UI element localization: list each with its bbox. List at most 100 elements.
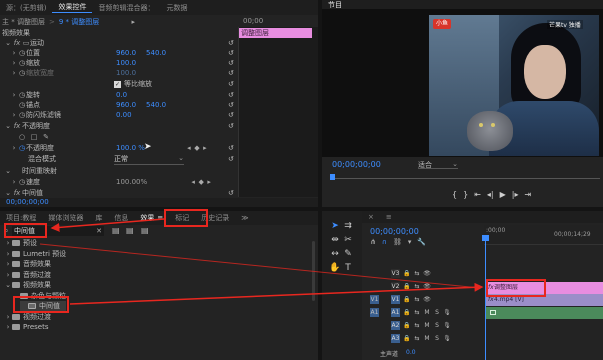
adjustment-clip-bar[interactable]: 调整图层 bbox=[239, 28, 312, 38]
position-y-value[interactable]: 540.0 bbox=[146, 49, 166, 57]
chevron-right-icon[interactable]: › bbox=[10, 49, 18, 57]
keyframe-next-icon[interactable]: ▸ bbox=[205, 178, 213, 186]
lock-icon[interactable]: 🔒 bbox=[402, 269, 412, 278]
mute-icon[interactable]: M bbox=[422, 334, 432, 343]
sync-icon[interactable]: ⇆ bbox=[412, 295, 422, 304]
sequence-tab-menu-icon[interactable]: ≡ bbox=[380, 213, 398, 221]
chevron-down-icon[interactable]: ⌄ bbox=[4, 189, 12, 197]
pen-mask-icon[interactable]: ✎ bbox=[42, 133, 50, 141]
reset-icon[interactable]: ↺ bbox=[228, 39, 236, 47]
sync-icon[interactable]: ⇆ bbox=[412, 269, 422, 278]
breadcrumb-clip[interactable]: 9 * 调整图层 bbox=[59, 17, 99, 27]
chevron-right-icon[interactable]: › bbox=[10, 111, 18, 119]
sync-icon[interactable]: ⇆ bbox=[412, 334, 422, 343]
keyframe-next-icon[interactable]: ▸ bbox=[201, 144, 209, 152]
reset-icon[interactable]: ↺ bbox=[228, 111, 236, 119]
tab-audio-mixer[interactable]: 音频剪辑混合器： bbox=[92, 3, 160, 13]
chevron-right-icon[interactable]: › bbox=[10, 59, 18, 67]
sync-icon[interactable]: ⇆ bbox=[412, 321, 422, 330]
track-name[interactable]: A2 bbox=[391, 321, 400, 330]
lock-icon[interactable]: 🔒 bbox=[402, 295, 412, 304]
wrench-icon[interactable]: 🔧 bbox=[417, 238, 426, 246]
effects-folder[interactable]: › 视频过渡 bbox=[4, 312, 51, 322]
row-stabilizer[interactable]: ⌄ fx 中间值 bbox=[4, 188, 43, 198]
tab-project[interactable]: 项目:教程 bbox=[0, 213, 42, 223]
row-motion[interactable]: ⌄ fx ▭ 运动 bbox=[4, 38, 44, 48]
step-back-icon[interactable]: ◂| bbox=[487, 190, 494, 199]
chevron-right-icon[interactable]: › bbox=[4, 271, 12, 279]
keyframe-prev-icon[interactable]: ◂ bbox=[185, 144, 193, 152]
track-name[interactable]: V2 bbox=[391, 282, 400, 291]
tab-media-browser[interactable]: 媒体浏览器 bbox=[42, 213, 89, 223]
add-marker-icon[interactable]: ▾ bbox=[408, 238, 412, 246]
reset-icon[interactable]: ↺ bbox=[228, 49, 236, 57]
lock-icon[interactable]: 🔒 bbox=[402, 321, 412, 330]
mic-icon[interactable]: 🎙 bbox=[442, 308, 452, 317]
effects-folder[interactable]: › Presets bbox=[4, 322, 49, 332]
position-x-value[interactable]: 960.0 bbox=[116, 49, 136, 57]
scale-value[interactable]: 100.0 bbox=[116, 59, 136, 67]
source-patch-icon[interactable] bbox=[370, 334, 379, 343]
mic-icon[interactable]: 🎙 bbox=[442, 334, 452, 343]
playhead-handle[interactable] bbox=[482, 235, 489, 241]
timeline-timecode[interactable]: 00;00;00;00 bbox=[370, 227, 419, 236]
chevron-down-icon[interactable]: ⌄ bbox=[4, 167, 12, 175]
play-icon[interactable]: ▶ bbox=[500, 190, 506, 199]
playhead-marker[interactable] bbox=[330, 174, 335, 180]
mark-out-icon[interactable]: } bbox=[463, 190, 468, 199]
reset-icon[interactable]: ↺ bbox=[228, 80, 236, 88]
close-icon[interactable]: × bbox=[362, 213, 380, 221]
menu-icon[interactable]: ≡ bbox=[157, 214, 163, 222]
fit-dropdown[interactable]: 适合 ⌄ bbox=[418, 160, 458, 169]
chevron-right-icon[interactable]: › bbox=[4, 250, 12, 258]
tab-info[interactable]: 信息 bbox=[108, 213, 134, 223]
reset-icon[interactable]: ↺ bbox=[228, 189, 236, 197]
chevron-right-icon[interactable]: › bbox=[10, 69, 18, 77]
eye-icon[interactable]: 👁 bbox=[422, 295, 432, 304]
pen-tool-icon[interactable]: ✎ bbox=[342, 249, 354, 260]
track-header-v2[interactable]: V2 🔒 ⇆ 👁 bbox=[362, 280, 484, 293]
effect-controls-timecode[interactable]: 00;00;00;00 bbox=[6, 198, 49, 206]
source-patch-icon[interactable] bbox=[370, 321, 379, 330]
chevron-down-icon[interactable]: ⌄ bbox=[4, 122, 12, 130]
anchor-x-value[interactable]: 960.0 bbox=[116, 101, 136, 109]
tab-libraries[interactable]: 库 bbox=[89, 213, 108, 223]
effects-folder[interactable]: › Lumetri 预设 bbox=[4, 249, 67, 259]
clip-audio[interactable] bbox=[486, 307, 603, 319]
program-timecode[interactable]: 00;00;00;00 bbox=[332, 160, 381, 169]
eye-icon[interactable]: 👁 bbox=[422, 282, 432, 291]
sync-icon[interactable]: ⇆ bbox=[412, 282, 422, 291]
keyframe-add-icon[interactable]: ◆ bbox=[197, 178, 205, 186]
stopwatch-icon[interactable]: ◷ bbox=[18, 49, 26, 57]
ellipse-mask-icon[interactable]: ○ bbox=[18, 133, 26, 141]
reset-icon[interactable]: ↺ bbox=[228, 59, 236, 67]
solo-icon[interactable]: S bbox=[432, 308, 442, 317]
row-time-remap[interactable]: ⌄ 时间重映射 bbox=[4, 166, 57, 176]
slip-tool-icon[interactable]: ↔ bbox=[329, 249, 341, 260]
chevron-right-icon[interactable]: › bbox=[10, 178, 18, 186]
source-patch-icon[interactable]: V1 bbox=[370, 295, 379, 304]
reset-icon[interactable]: ↺ bbox=[228, 91, 236, 99]
stopwatch-icon[interactable]: ◷ bbox=[18, 111, 26, 119]
solo-icon[interactable]: S bbox=[432, 321, 442, 330]
rotation-value[interactable]: 0.0 bbox=[116, 91, 127, 99]
stopwatch-icon[interactable]: ◷ bbox=[18, 144, 26, 152]
tab-effect-controls[interactable]: 效果控件 bbox=[52, 2, 93, 13]
hand-tool-icon[interactable]: ✋ bbox=[329, 263, 341, 274]
mute-icon[interactable]: M bbox=[422, 308, 432, 317]
track-header-a1[interactable]: A1 A1 🔒 ⇆ M S 🎙 bbox=[362, 306, 484, 319]
stopwatch-icon[interactable]: ◷ bbox=[18, 101, 26, 109]
type-tool-icon[interactable]: T bbox=[342, 263, 354, 274]
keyframe-prev-icon[interactable]: ◂ bbox=[189, 178, 197, 186]
effects-folder[interactable]: › 预设 bbox=[4, 238, 37, 248]
chevron-right-icon[interactable]: › bbox=[10, 144, 18, 152]
speed-value[interactable]: 100.00% bbox=[116, 178, 147, 186]
track-header-a2[interactable]: A2 🔒 ⇆ M S 🎙 bbox=[362, 319, 484, 332]
linked-selection-icon[interactable]: ⛓ bbox=[393, 238, 402, 246]
reset-icon[interactable]: ↺ bbox=[228, 101, 236, 109]
selection-tool-icon[interactable]: ➤ bbox=[329, 221, 341, 232]
panel-scrollbar[interactable] bbox=[312, 241, 315, 301]
solo-icon[interactable]: S bbox=[432, 334, 442, 343]
flicker-value[interactable]: 0.00 bbox=[116, 111, 132, 119]
chevron-right-icon[interactable]: › bbox=[4, 260, 12, 268]
